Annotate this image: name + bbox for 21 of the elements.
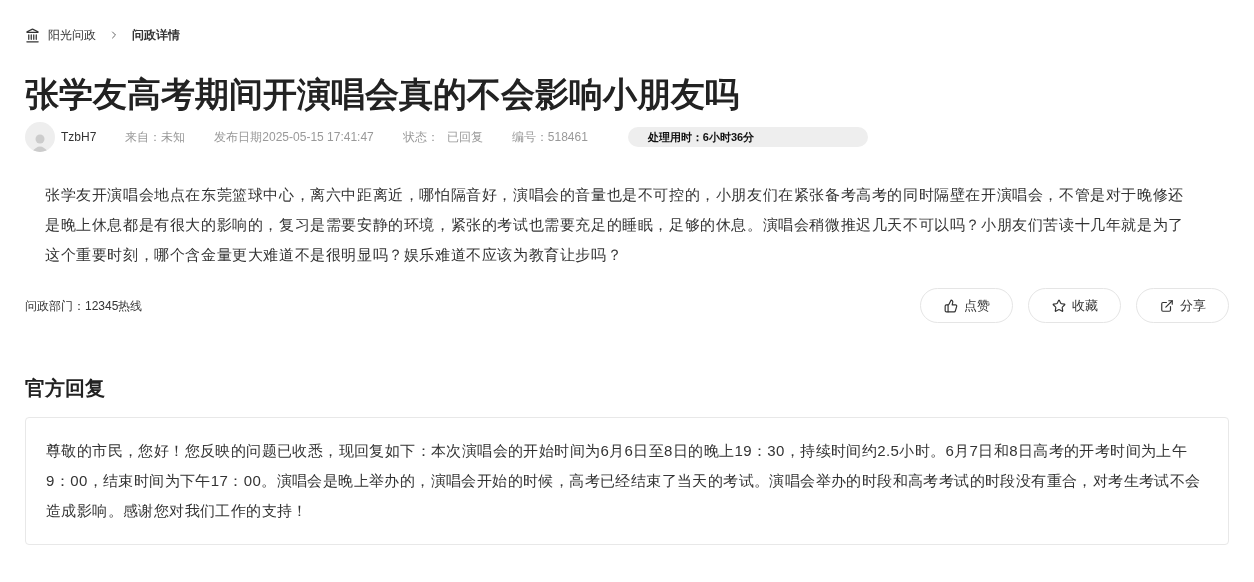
reply-heading: 官方回复 [25,376,106,401]
source-text: 来自：未知 [125,129,186,146]
question-content: 张学友开演唱会地点在东莞篮球中心，离六中距离近，哪怕隔音好，演唱会的音量也是不可控的，小朋友们在紧张备考高考的同时隔壁在开演唱会，不管是对于晚修还是晚上休息都是有很大的影响的，复习是需要安静的环境，紧张的考试也需要充足的睡眠，足够的休息。演唱会稍微推迟几天不可以吗？小朋友们苦读十几年就是为了这个重要时刻，哪个含金量更大难道不是很明显吗？娱乐难道不应该为教育让步吗？ [44,185,1185,265]
status-label: 状态： [402,129,439,146]
number-text: 编号：518461 [511,129,588,146]
breadcrumb-link[interactable]: 阳光问政 [48,26,96,44]
avatar-icon [25,122,55,152]
star-icon [1051,298,1066,313]
share-button[interactable]: 分享 [1136,288,1229,323]
author-name: TzbH7 [61,129,97,146]
share-icon [1159,298,1174,313]
publish-date: 发布日期2025-05-15 17:41:47 [214,129,374,146]
duration-pill: 处理用时：6小时36分 [627,127,868,147]
like-button[interactable]: 点赞 [920,288,1013,323]
breadcrumb-link[interactable]: 问政详情 [132,26,180,44]
reply-text: 尊敬的市民，您好！您反映的问题已收悉，现回复如下：本次演唱会的开始时间为6月6日至8日的晚上19：30，持续时间约2.5小时。6月7日和8日高考的开考时间为上午9：00，结束时间为下午17：00。演唱会是晚上举办的，演唱会开始的时候，高考已经结束了当天的考试。演唱会举办的时段和高考考试的时段没有重合，对考生考试不会造成影响。感谢您对我们工作的支持！ [46,441,1202,521]
page-title: 张学友高考期间开演唱会真的不会影响小朋友吗 [25,74,740,115]
status-text: 已回复 [446,129,483,146]
department-text: 问政部门：12345热线 [25,297,143,315]
favorite-button[interactable]: 收藏 [1028,288,1121,323]
thumbs-up-icon [943,298,958,313]
